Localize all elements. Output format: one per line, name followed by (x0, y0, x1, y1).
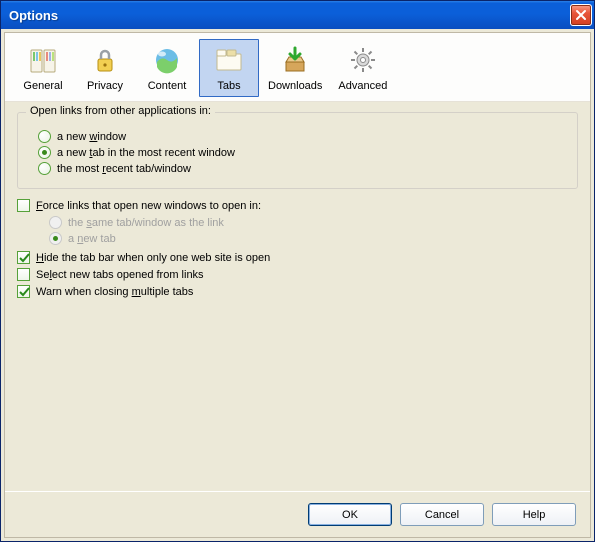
privacy-icon (89, 44, 121, 76)
check-label: Select new tabs opened from links (36, 269, 204, 281)
radio-same-tab (49, 216, 62, 229)
category-toolbar: General Privacy Content Tabs Downloads Advanc… (5, 33, 590, 102)
client-area: General Privacy Content Tabs Downloads Advanc… (4, 32, 591, 538)
force-links-label: Force links that open new windows to ope… (36, 200, 261, 212)
check-row-warn-close[interactable]: Warn when closing multiple tabs (17, 285, 578, 298)
advanced-icon (347, 44, 379, 76)
force-links-check-row[interactable]: Force links that open new windows to ope… (17, 199, 578, 212)
radio-label: a new window (57, 131, 126, 143)
checkbox-hide-tabbar[interactable] (17, 251, 30, 264)
check-row-hide-tabbar[interactable]: Hide the tab bar when only one web site … (17, 251, 578, 264)
tab-content[interactable]: Content (137, 39, 197, 97)
open-links-legend: Open links from other applications in: (26, 105, 215, 117)
options-window: Options General Privacy Content Tabs Downloa… (0, 0, 595, 542)
radio-row-new-window[interactable]: a new window (38, 130, 567, 143)
tab-label: Tabs (217, 80, 240, 92)
tab-label: Privacy (87, 80, 123, 92)
close-button[interactable] (570, 4, 592, 26)
ok-button[interactable]: OK (308, 503, 392, 526)
radio-new-window[interactable] (38, 130, 51, 143)
tab-label: Downloads (268, 80, 322, 92)
dialog-button-bar: OK Cancel Help (5, 491, 590, 537)
titlebar[interactable]: Options (1, 1, 594, 29)
radio-new-tab[interactable] (38, 146, 51, 159)
tabs-page: Open links from other applications in: a… (5, 102, 590, 491)
misc-checks: Hide the tab bar when only one web site … (17, 251, 578, 298)
open-links-options: a new window a new tab in the most recent… (28, 130, 567, 175)
check-label: Warn when closing multiple tabs (36, 286, 193, 298)
open-links-group: Open links from other applications in: a… (17, 112, 578, 189)
radio-a-new-tab (49, 232, 62, 245)
tab-tabs[interactable]: Tabs (199, 39, 259, 97)
force-links-suboptions: the same tab/window as the link a new tab (39, 216, 578, 245)
help-button[interactable]: Help (492, 503, 576, 526)
checkbox-select-new[interactable] (17, 268, 30, 281)
tab-label: Content (148, 80, 187, 92)
radio-row-same-tab: the same tab/window as the link (49, 216, 578, 229)
tab-downloads[interactable]: Downloads (261, 39, 329, 97)
tab-privacy[interactable]: Privacy (75, 39, 135, 97)
window-title: Options (9, 8, 570, 23)
force-links-section: Force links that open new windows to ope… (17, 199, 578, 245)
general-icon (27, 44, 59, 76)
radio-label: a new tab (68, 233, 116, 245)
radio-label: a new tab in the most recent window (57, 147, 235, 159)
radio-row-new-tab[interactable]: a new tab in the most recent window (38, 146, 567, 159)
cancel-button[interactable]: Cancel (400, 503, 484, 526)
radio-most-recent[interactable] (38, 162, 51, 175)
force-links-checkbox[interactable] (17, 199, 30, 212)
tabs-icon (213, 44, 245, 76)
close-icon (575, 9, 587, 21)
tab-label: General (23, 80, 62, 92)
radio-label: the same tab/window as the link (68, 217, 224, 229)
tab-advanced[interactable]: Advanced (331, 39, 394, 97)
radio-row-a-new-tab: a new tab (49, 232, 578, 245)
check-label: Hide the tab bar when only one web site … (36, 252, 270, 264)
check-row-select-new[interactable]: Select new tabs opened from links (17, 268, 578, 281)
radio-label: the most recent tab/window (57, 163, 191, 175)
radio-row-most-recent[interactable]: the most recent tab/window (38, 162, 567, 175)
tab-label: Advanced (338, 80, 387, 92)
tab-general[interactable]: General (13, 39, 73, 97)
checkbox-warn-close[interactable] (17, 285, 30, 298)
content-icon (151, 44, 183, 76)
downloads-icon (279, 44, 311, 76)
